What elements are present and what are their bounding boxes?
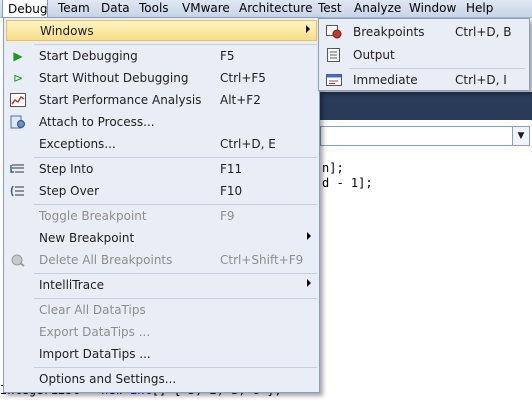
menu-bar: Debug Team Data Tools VMware Architectur…	[0, 0, 532, 18]
submenu-item-immediate[interactable]: Immediate Ctrl+D, I	[321, 70, 527, 91]
performance-chart-icon	[10, 93, 26, 107]
menu-item-label: Clear All DataTips	[39, 303, 146, 317]
menu-debug[interactable]: Debug	[2, 0, 48, 18]
attach-process-icon	[10, 115, 26, 129]
editor-tab-strip	[320, 92, 532, 120]
menu-item-toggle-breakpoint[interactable]: Toggle Breakpoint F9	[6, 206, 317, 227]
menu-data[interactable]: Data	[101, 0, 130, 17]
menu-test[interactable]: Test	[318, 0, 342, 17]
menu-item-clear-all-datatips[interactable]: Clear All DataTips	[6, 300, 317, 321]
menu-item-shortcut: Alt+F2	[220, 93, 261, 107]
immediate-window-icon	[326, 73, 342, 87]
menu-item-shortcut: F9	[220, 209, 235, 223]
submenu-arrow-icon	[306, 25, 310, 33]
submenu-arrow-icon	[307, 232, 311, 240]
windows-submenu: Breakpoints Ctrl+D, B Output Immediate C…	[318, 18, 530, 91]
menu-item-shortcut: Ctrl+F5	[220, 71, 266, 85]
submenu-arrow-icon	[307, 279, 311, 287]
submenu-item-shortcut: Ctrl+D, B	[455, 25, 512, 39]
code-line: d - 1];	[322, 176, 373, 190]
step-into-icon	[10, 162, 26, 176]
code-line: n];	[322, 161, 344, 175]
menu-vmware[interactable]: VMware	[182, 0, 230, 17]
menu-item-import-datatips[interactable]: Import DataTips ...	[6, 344, 317, 365]
delete-breakpoints-icon	[10, 253, 26, 267]
menu-item-shortcut: F5	[220, 49, 235, 63]
menu-item-label: Start Without Debugging	[39, 71, 189, 85]
menu-item-label: Windows	[40, 24, 94, 38]
dropdown-arrow-icon[interactable]: ▼	[512, 127, 529, 145]
debug-menu: Windows ▶ Start Debugging F5 ⊳ Start Wit…	[3, 17, 320, 393]
submenu-item-label: Output	[353, 48, 395, 62]
menu-item-label: IntelliTrace	[39, 278, 105, 292]
menu-item-label: Start Performance Analysis	[39, 93, 202, 107]
menu-item-label: Toggle Breakpoint	[39, 209, 147, 223]
menu-item-windows[interactable]: Windows	[6, 20, 317, 41]
menu-item-intellitrace[interactable]: IntelliTrace	[6, 275, 317, 296]
menu-tools[interactable]: Tools	[139, 0, 169, 17]
step-over-icon	[10, 184, 26, 198]
menu-item-shortcut: Ctrl+Shift+F9	[220, 253, 304, 267]
menu-item-label: Import DataTips ...	[39, 347, 151, 361]
submenu-item-breakpoints[interactable]: Breakpoints Ctrl+D, B	[321, 22, 527, 43]
menu-window[interactable]: Window	[409, 0, 456, 17]
menu-item-label: Delete All Breakpoints	[39, 253, 173, 267]
menu-separator	[34, 367, 317, 368]
menu-separator	[34, 157, 317, 158]
menu-item-exceptions[interactable]: Exceptions... Ctrl+D, E	[6, 134, 317, 155]
breakpoints-window-icon	[326, 25, 342, 39]
menu-item-export-datatips[interactable]: Export DataTips ...	[6, 322, 317, 343]
menu-item-attach-to-process[interactable]: Attach to Process...	[6, 112, 317, 133]
submenu-item-label: Immediate	[353, 73, 418, 87]
menu-item-shortcut: Ctrl+D, E	[220, 137, 276, 151]
menu-item-step-into[interactable]: Step Into F11	[6, 159, 317, 180]
menu-analyze[interactable]: Analyze	[354, 0, 401, 17]
menu-help[interactable]: Help	[466, 0, 493, 17]
menu-team[interactable]: Team	[58, 0, 90, 17]
menu-item-label: Step Into	[39, 162, 94, 176]
menu-item-start-debugging[interactable]: ▶ Start Debugging F5	[6, 46, 317, 67]
menu-item-options-and-settings[interactable]: Options and Settings...	[6, 369, 317, 390]
menu-item-shortcut: F11	[220, 162, 243, 176]
menu-item-label: Attach to Process...	[39, 115, 155, 129]
menu-item-new-breakpoint[interactable]: New Breakpoint	[6, 228, 317, 249]
menu-item-label: Options and Settings...	[39, 372, 177, 386]
menu-item-delete-all-breakpoints[interactable]: Delete All Breakpoints Ctrl+Shift+F9	[6, 250, 317, 271]
submenu-item-shortcut: Ctrl+D, I	[455, 73, 507, 87]
menu-item-start-performance-analysis[interactable]: Start Performance Analysis Alt+F2	[6, 90, 317, 111]
menu-separator	[34, 273, 317, 274]
menu-separator	[34, 204, 317, 205]
member-dropdown[interactable]: ▼	[320, 126, 530, 146]
menu-item-label: Start Debugging	[39, 49, 138, 63]
play-outline-icon: ⊳	[12, 71, 24, 85]
menu-item-label: Export DataTips ...	[39, 325, 151, 339]
submenu-separator	[349, 68, 525, 69]
menu-item-label: Exceptions...	[39, 137, 116, 151]
menu-item-label: Step Over	[39, 184, 99, 198]
play-icon: ▶	[13, 49, 23, 63]
menu-item-start-without-debugging[interactable]: ⊳ Start Without Debugging Ctrl+F5	[6, 68, 317, 89]
submenu-item-label: Breakpoints	[353, 25, 425, 39]
output-window-icon	[326, 48, 342, 62]
submenu-item-output[interactable]: Output	[321, 45, 527, 66]
menu-separator	[34, 44, 317, 45]
menu-item-step-over[interactable]: Step Over F10	[6, 181, 317, 202]
menu-separator	[34, 298, 317, 299]
menu-item-shortcut: F10	[220, 184, 243, 198]
menu-item-label: New Breakpoint	[39, 231, 135, 245]
menu-architecture[interactable]: Architecture	[239, 0, 312, 17]
